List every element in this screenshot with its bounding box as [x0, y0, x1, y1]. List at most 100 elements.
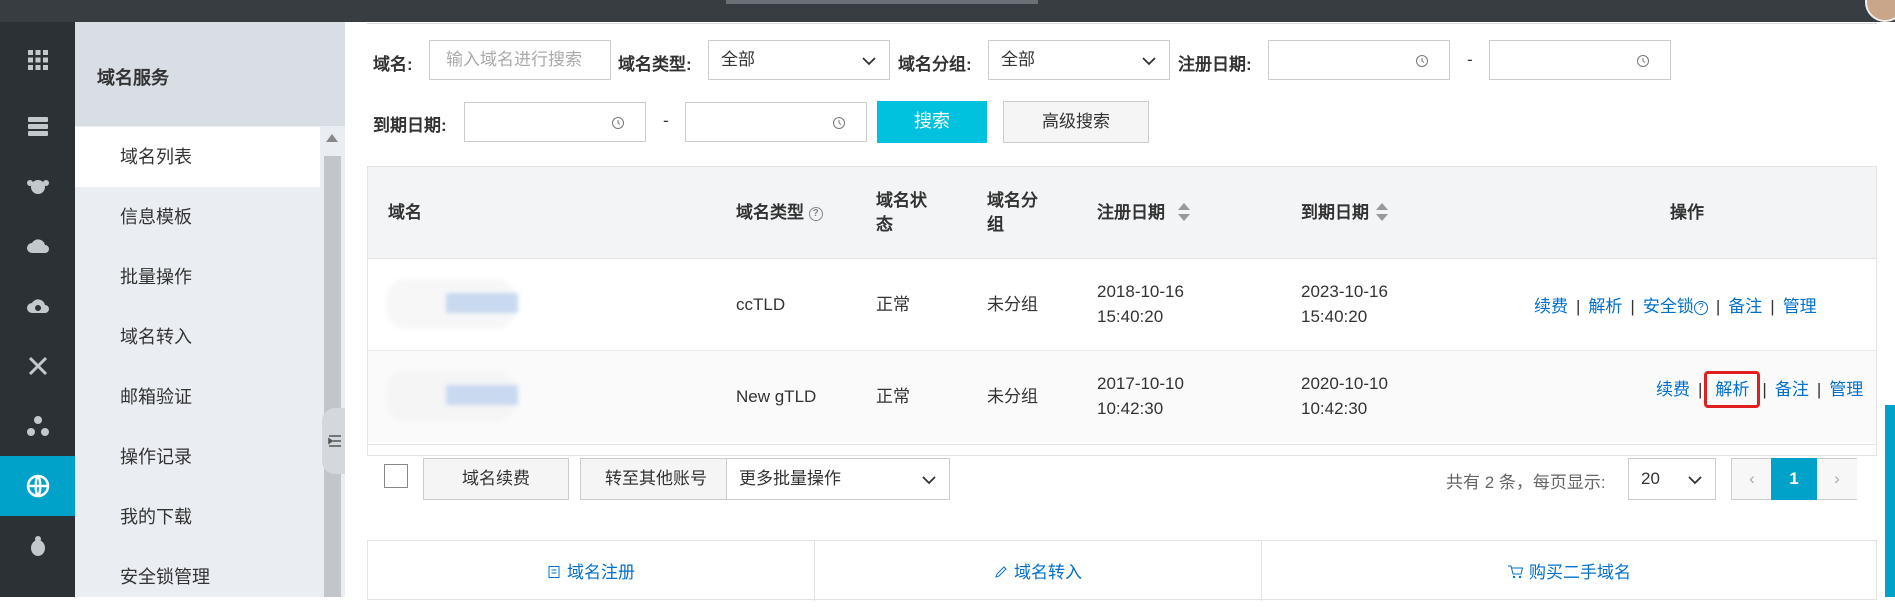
security-lock-link[interactable]: 安全锁 [1643, 297, 1694, 316]
col-reg-date[interactable]: 注册日期 [1097, 201, 1190, 225]
remark-link[interactable]: 备注 [1775, 380, 1809, 399]
cluster-icon[interactable] [0, 396, 75, 456]
select-all-checkbox[interactable] [384, 464, 408, 488]
exp-date-start-input[interactable] [464, 102, 646, 142]
sidebar-item-security-lock[interactable]: 安全锁管理 [75, 547, 320, 607]
manage-link[interactable]: 管理 [1829, 380, 1863, 399]
col-group-line1: 域名分 [987, 191, 1038, 210]
row-exp-date-time: 15:40:20 [1301, 307, 1368, 326]
row-exp-date: 2020-10-10 10:42:30 [1301, 371, 1388, 421]
document-icon [548, 566, 560, 578]
help-icon[interactable]: ? [808, 207, 823, 221]
row-reg-date-day: 2018-10-16 [1097, 282, 1184, 301]
buy-second-hand-label: 购买二手域名 [1529, 563, 1631, 582]
domain-type-value: 全部 [721, 50, 755, 69]
table-row: ccTLD 正常 未分组 2018-10-16 15:40:20 2023-10… [368, 259, 1876, 351]
col-type: 域名类型 ? [736, 201, 823, 225]
register-domain-link[interactable]: 域名注册 [368, 541, 815, 601]
sidebar-item-domain-list[interactable]: 域名列表 [75, 127, 320, 187]
clock-icon [833, 117, 845, 129]
sidebar-scrollbar[interactable] [320, 126, 345, 597]
col-status-line2: 态 [876, 215, 893, 234]
domain-type-select[interactable]: 全部 [708, 40, 890, 80]
dns-resolve-link[interactable]: 解析 [1588, 297, 1622, 316]
page-size-select[interactable]: 20 [1628, 458, 1716, 500]
redacted-domain-name[interactable] [386, 279, 536, 329]
globe-icon[interactable] [0, 456, 75, 516]
sidebar-item-info-template[interactable]: 信息模板 [75, 187, 320, 247]
apps-grid-icon[interactable] [0, 30, 75, 90]
sidebar-title: 域名服务 [97, 68, 169, 88]
top-tab-indicator [726, 0, 1038, 4]
scroll-up-arrow-icon[interactable] [326, 134, 338, 142]
sidebar-item-batch-ops[interactable]: 批量操作 [75, 247, 320, 307]
reg-date-end-input[interactable] [1489, 40, 1671, 80]
remark-link[interactable]: 备注 [1728, 297, 1762, 316]
advanced-search-button[interactable]: 高级搜索 [1003, 101, 1149, 143]
cloud-icon[interactable] [0, 216, 75, 276]
page-size-value: 20 [1641, 469, 1660, 488]
help-icon[interactable]: ? [1693, 301, 1708, 315]
search-button[interactable]: 搜索 [877, 101, 987, 143]
domain-search-input[interactable]: 输入域名进行搜索 [429, 40, 611, 80]
bulk-actions-value: 更多批量操作 [739, 469, 841, 488]
exp-date-end-input[interactable] [685, 102, 867, 142]
server-icon[interactable] [0, 96, 75, 156]
renew-link[interactable]: 续费 [1534, 297, 1568, 316]
domain-group-select[interactable]: 全部 [988, 40, 1170, 80]
manage-link[interactable]: 管理 [1783, 297, 1817, 316]
row-status: 正常 [876, 387, 910, 406]
col-status: 域名状 态 [876, 189, 927, 237]
sort-icon[interactable] [1375, 201, 1388, 223]
sort-icon[interactable] [1177, 201, 1190, 223]
bulk-actions-select[interactable]: 更多批量操作 [726, 458, 950, 500]
scrollbar-thumb[interactable] [324, 156, 341, 597]
prev-page-button[interactable]: ‹ [1732, 459, 1772, 499]
sidebar-item-transfer-in[interactable]: 域名转入 [75, 307, 320, 367]
table-header: 域名 域名类型 ? 域名状 态 域名分 组 注册日期 到期日期 操作 [368, 167, 1876, 259]
transfer-in-link[interactable]: 域名转入 [815, 541, 1262, 601]
reg-date-start-input[interactable] [1268, 40, 1450, 80]
row-actions: 续费 | 解析 | 备注 | 管理 [1656, 371, 1863, 408]
domain-group-value: 全部 [1001, 50, 1035, 69]
bulk-renew-button[interactable]: 域名续费 [423, 458, 569, 500]
redacted-domain-name[interactable] [386, 371, 536, 421]
next-page-button[interactable]: › [1817, 459, 1857, 499]
monkey-icon[interactable] [0, 156, 75, 216]
col-reg-date-label: 注册日期 [1097, 203, 1165, 222]
col-group: 域名分 组 [987, 189, 1038, 237]
domain-service-sidebar: 域名服务 域名列表 信息模板 批量操作 域名转入 邮箱验证 操作记录 我的下载 … [75, 22, 345, 597]
sidebar-item-downloads[interactable]: 我的下载 [75, 487, 320, 547]
col-status-line1: 域名状 [876, 191, 927, 210]
dns-resolve-link-highlighted[interactable]: 解析 [1704, 371, 1761, 408]
domain-table: 域名 域名类型 ? 域名状 态 域名分 组 注册日期 到期日期 操作 ccTLD… [367, 166, 1877, 456]
table-row: New gTLD 正常 未分组 2017-10-10 10:42:30 2020… [368, 351, 1876, 443]
sidebar-item-op-records[interactable]: 操作记录 [75, 427, 320, 487]
cloud-sync-icon[interactable] [0, 276, 75, 336]
date-range-dash: - [1467, 50, 1473, 69]
col-exp-date[interactable]: 到期日期 [1301, 201, 1388, 225]
user-avatar[interactable] [1865, 0, 1895, 22]
transfer-account-button[interactable]: 转至其他账号 [580, 458, 732, 500]
chevron-down-icon [922, 476, 936, 485]
divider [367, 444, 1877, 445]
domain-group-label: 域名分组: [898, 55, 972, 74]
floating-help-tab[interactable] [1885, 405, 1895, 597]
tab-strip [367, 22, 1877, 24]
buy-second-hand-link[interactable]: 购买二手域名 [1262, 541, 1876, 601]
sidebar-item-email-verify[interactable]: 邮箱验证 [75, 367, 320, 427]
col-domain: 域名 [388, 203, 422, 222]
row-reg-date: 2017-10-10 10:42:30 [1097, 371, 1184, 421]
bug-icon[interactable] [0, 516, 75, 576]
row-reg-date-time: 10:42:30 [1097, 399, 1164, 418]
renew-link[interactable]: 续费 [1656, 380, 1690, 399]
col-type-label: 域名类型 [736, 203, 804, 222]
page-1-button[interactable]: 1 [1771, 458, 1817, 500]
domain-type-label: 域名类型: [618, 55, 692, 74]
chevron-down-icon [1688, 476, 1702, 485]
date-range-dash: - [663, 111, 669, 130]
network-icon[interactable] [0, 336, 75, 396]
row-exp-date-day: 2020-10-10 [1301, 374, 1388, 393]
row-group: 未分组 [987, 295, 1038, 314]
cart-icon [1508, 565, 1524, 579]
